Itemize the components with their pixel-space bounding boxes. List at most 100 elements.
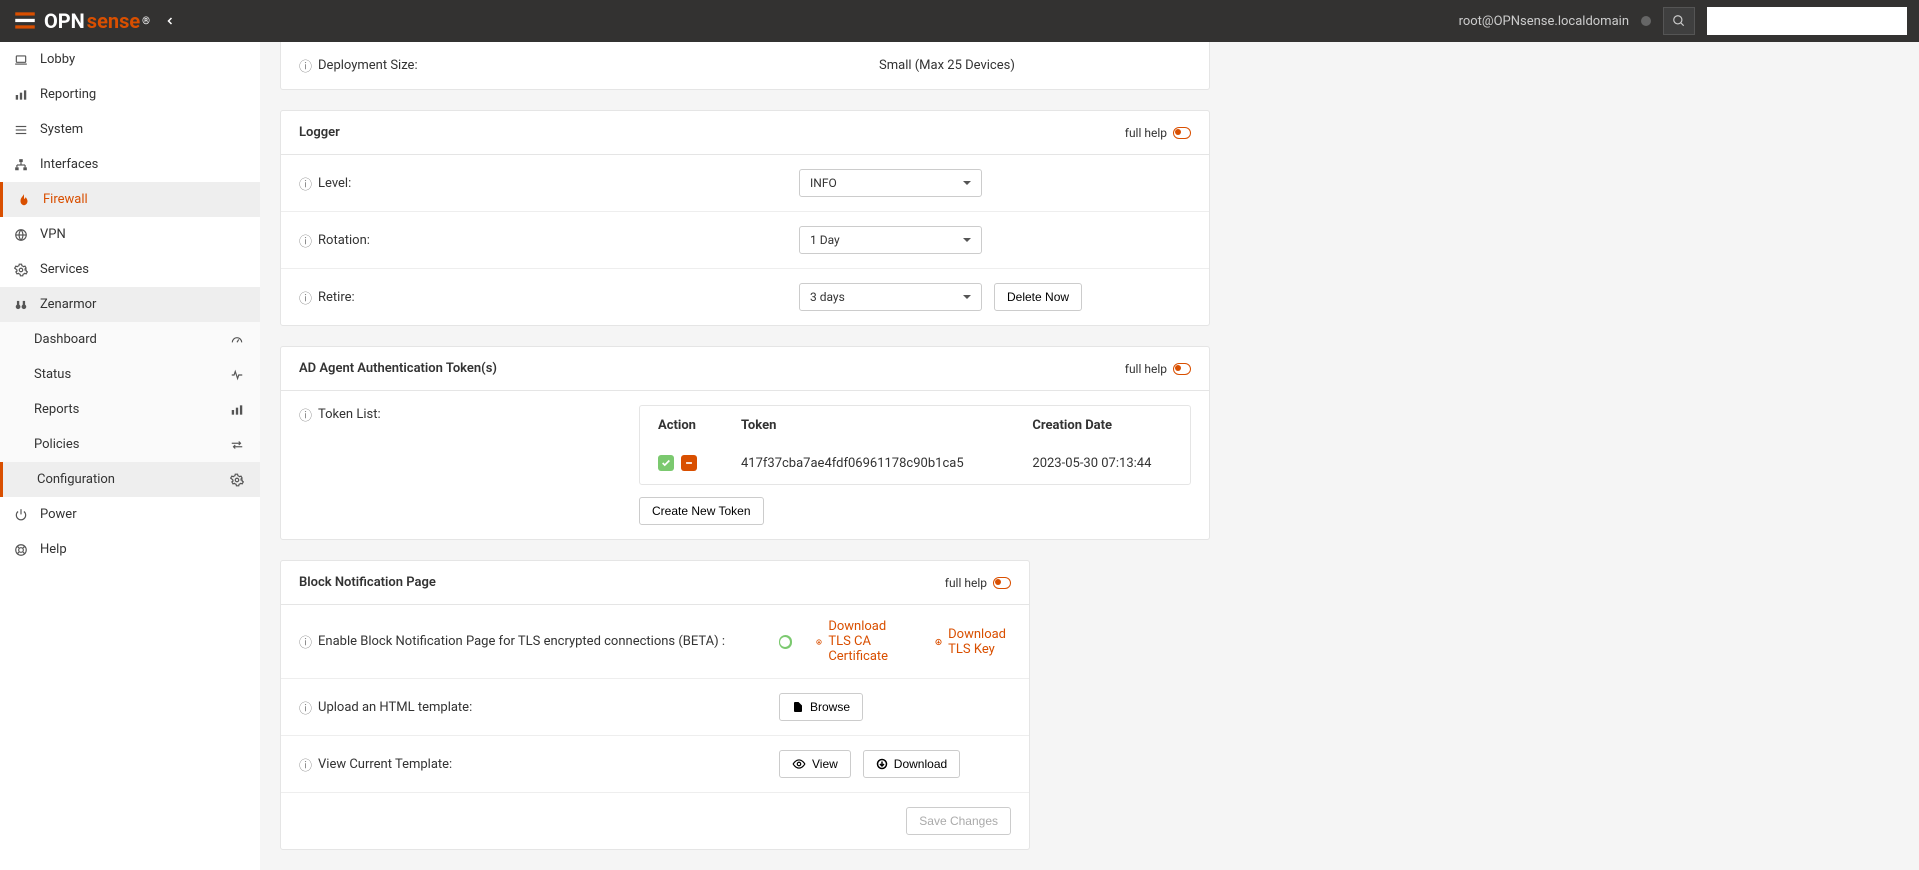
logo[interactable]: OPNsense® — [12, 8, 150, 34]
toggle-icon — [993, 577, 1011, 589]
create-token-button[interactable]: Create New Token — [639, 497, 764, 525]
rotation-select[interactable]: 1 Day — [799, 226, 982, 254]
deployment-panel: ⓘ Deployment Size: Small (Max 25 Devices… — [280, 42, 1210, 90]
table-row: 417f37cba7ae4fdf06961178c90b1ca5 2023-05… — [642, 445, 1188, 482]
block-enable-row: ⓘ Enable Block Notification Page for TLS… — [281, 605, 1029, 679]
block-header: Block Notification Page full help — [281, 561, 1029, 605]
block-panel: Block Notification Page full help ⓘ Enab… — [280, 560, 1030, 850]
logger-panel: Logger full help ⓘ Level: INFO — [280, 110, 1210, 326]
sidebar-item-vpn[interactable]: VPN — [0, 217, 260, 252]
full-help-toggle[interactable]: full help — [1125, 362, 1191, 376]
block-enable-toggle[interactable] — [779, 635, 792, 649]
sidebar-item-label: VPN — [40, 227, 66, 242]
sidebar-item-label: Firewall — [43, 192, 88, 207]
block-title: Block Notification Page — [299, 575, 436, 590]
sidebar-toggle-icon[interactable] — [164, 15, 176, 27]
level-select[interactable]: INFO — [799, 169, 982, 197]
sidebar-item-firewall[interactable]: Firewall — [0, 182, 260, 217]
retire-label: Retire: — [318, 290, 355, 305]
deployment-value: Small (Max 25 Devices) — [879, 58, 1015, 73]
sidebar-sub-label: Dashboard — [34, 332, 97, 347]
toggle-icon — [1173, 363, 1191, 375]
search-button[interactable] — [1663, 7, 1695, 35]
opnsense-logo-icon — [12, 8, 38, 34]
info-icon[interactable]: ⓘ — [299, 231, 312, 250]
info-icon[interactable]: ⓘ — [299, 174, 312, 193]
delete-token-button[interactable] — [681, 455, 697, 471]
retire-select[interactable]: 3 days — [799, 283, 982, 311]
laptop-icon — [14, 53, 30, 67]
info-icon[interactable]: ⓘ — [299, 698, 312, 717]
sidebar-item-label: Lobby — [40, 52, 75, 67]
chart-icon — [230, 403, 246, 417]
list-icon — [14, 123, 30, 137]
heartbeat-icon — [230, 368, 246, 382]
search-input[interactable] — [1707, 7, 1907, 35]
logger-rotation-row: ⓘ Rotation: 1 Day — [281, 212, 1209, 269]
download-ca-link[interactable]: Download TLS CA Certificate — [816, 619, 911, 664]
sidebar-sub-policies[interactable]: Policies — [0, 427, 260, 462]
sidebar-item-help[interactable]: Help — [0, 532, 260, 567]
td-token: 417f37cba7ae4fdf06961178c90b1ca5 — [725, 445, 1014, 482]
sidebar-item-system[interactable]: System — [0, 112, 260, 147]
info-icon[interactable]: ⓘ — [299, 632, 312, 651]
full-help-toggle[interactable]: full help — [945, 576, 1011, 590]
sidebar-item-zenarmor[interactable]: Zenarmor — [0, 287, 260, 322]
sidebar-sub-configuration[interactable]: Configuration — [0, 462, 260, 497]
exchange-icon — [230, 438, 246, 452]
status-dot-icon — [1641, 16, 1651, 26]
tokens-panel: AD Agent Authentication Token(s) full he… — [280, 346, 1210, 540]
block-upload-row: ⓘ Upload an HTML template: Browse — [281, 679, 1029, 736]
chart-icon — [14, 88, 30, 102]
td-action — [642, 445, 723, 482]
sidebar-item-label: Zenarmor — [40, 297, 96, 312]
sidebar-sub-reports[interactable]: Reports — [0, 392, 260, 427]
logger-retire-row: ⓘ Retire: 3 days Delete Now — [281, 269, 1209, 325]
sidebar-sub-dashboard[interactable]: Dashboard — [0, 322, 260, 357]
power-icon — [14, 508, 30, 522]
logo-text-2: sense — [87, 9, 140, 33]
logo-text-1: OPN — [44, 9, 85, 33]
save-row: Save Changes — [281, 793, 1029, 849]
sidebar-sub-status[interactable]: Status — [0, 357, 260, 392]
deployment-label: Deployment Size: — [318, 58, 418, 73]
view-button[interactable]: View — [779, 750, 851, 778]
logger-title: Logger — [299, 125, 340, 140]
block-view-row: ⓘ View Current Template: View Download — [281, 736, 1029, 793]
block-upload-label: Upload an HTML template: — [318, 700, 472, 715]
sidebar-item-reporting[interactable]: Reporting — [0, 77, 260, 112]
sidebar-item-interfaces[interactable]: Interfaces — [0, 147, 260, 182]
sidebar-item-lobby[interactable]: Lobby — [0, 42, 260, 77]
cog-icon — [230, 473, 246, 487]
info-icon[interactable]: ⓘ — [299, 755, 312, 774]
th-date: Creation Date — [1016, 408, 1188, 443]
info-icon[interactable]: ⓘ — [299, 56, 312, 75]
token-table: Action Token Creation Date — [639, 405, 1191, 485]
logo-reg: ® — [142, 16, 150, 27]
main-content: ⓘ Deployment Size: Small (Max 25 Devices… — [260, 42, 1919, 870]
save-changes-button[interactable]: Save Changes — [906, 807, 1011, 835]
block-view-label: View Current Template: — [318, 757, 452, 772]
sidebar-item-label: Reporting — [40, 87, 96, 102]
logger-level-row: ⓘ Level: INFO — [281, 155, 1209, 212]
download-key-link[interactable]: Download TLS Key — [935, 627, 1011, 657]
top-header: OPNsense® root@OPNsense.localdomain — [0, 0, 1919, 42]
sidebar-item-label: System — [40, 122, 83, 137]
life-ring-icon — [14, 543, 30, 557]
download-button[interactable]: Download — [863, 750, 960, 778]
copy-token-button[interactable] — [658, 455, 674, 471]
globe-icon — [14, 228, 30, 242]
info-icon[interactable]: ⓘ — [299, 405, 312, 424]
tokens-header: AD Agent Authentication Token(s) full he… — [281, 347, 1209, 391]
sidebar-item-label: Services — [40, 262, 89, 277]
sitemap-icon — [14, 158, 30, 172]
full-help-toggle[interactable]: full help — [1125, 126, 1191, 140]
tokens-title: AD Agent Authentication Token(s) — [299, 361, 497, 376]
browse-button[interactable]: Browse — [779, 693, 863, 721]
fire-icon — [17, 193, 33, 207]
sidebar-item-services[interactable]: Services — [0, 252, 260, 287]
sidebar-item-power[interactable]: Power — [0, 497, 260, 532]
delete-now-button[interactable]: Delete Now — [994, 283, 1082, 311]
logger-header: Logger full help — [281, 111, 1209, 155]
info-icon[interactable]: ⓘ — [299, 288, 312, 307]
